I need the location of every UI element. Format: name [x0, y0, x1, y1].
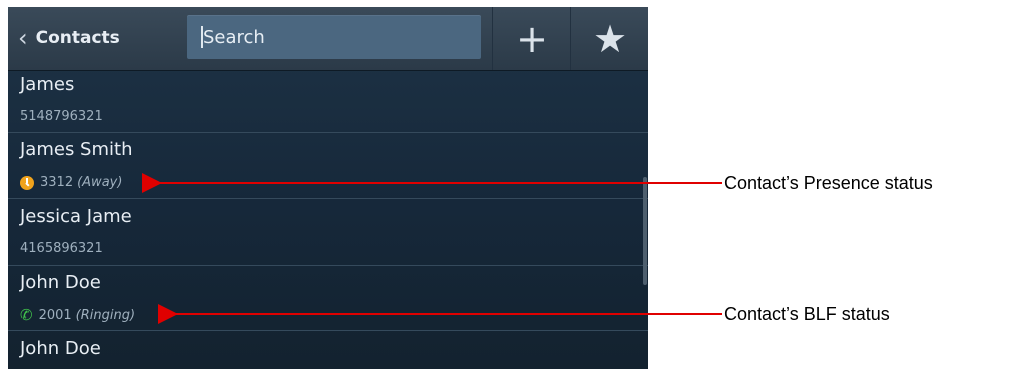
presence-annotation: Contact’s Presence status [724, 173, 933, 193]
blf-annotation: Contact’s BLF status [724, 304, 890, 324]
